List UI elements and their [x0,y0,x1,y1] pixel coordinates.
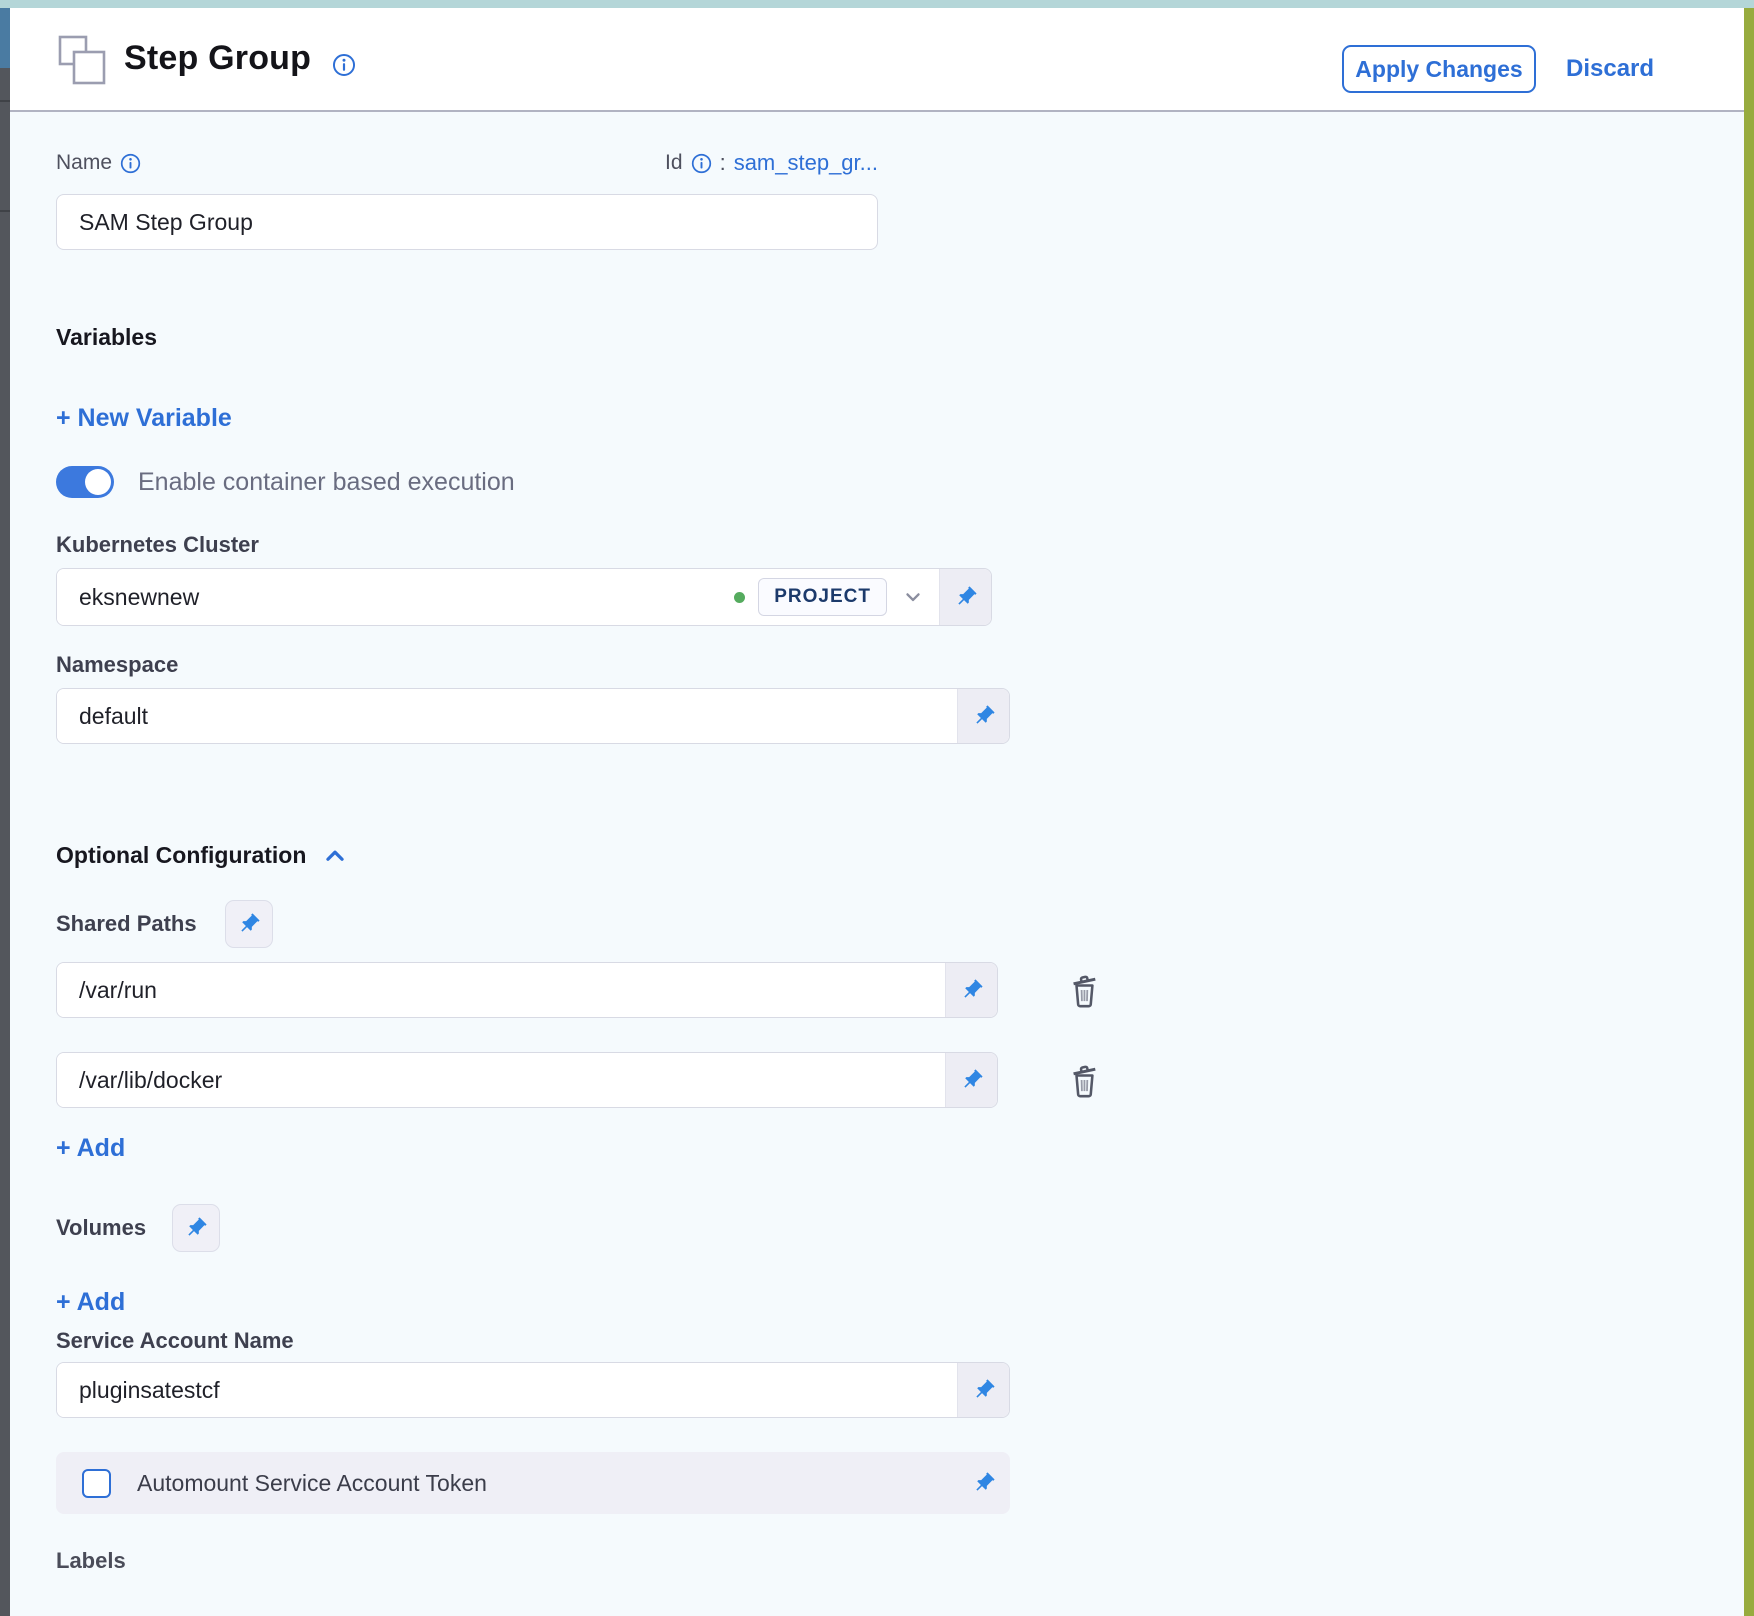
volumes-pin-button[interactable] [172,1204,220,1252]
step-group-panel: Step Group Apply Changes Discard Name Id… [0,0,1754,1616]
pushpin-icon [960,1068,984,1092]
pushpin-icon [237,912,261,936]
shared-path-row [56,1052,1104,1108]
shared-paths-pin-button[interactable] [225,900,273,948]
canvas-left-strip [0,8,10,1616]
labels-label: Labels [56,1548,126,1574]
service-account-label: Service Account Name [56,1328,294,1354]
automount-checkbox[interactable] [82,1469,111,1498]
service-account-input[interactable] [57,1363,957,1417]
automount-pin-button[interactable] [958,1471,1010,1495]
shared-path-row [56,962,1104,1018]
canvas-left-strip-blue [0,8,10,68]
id-label: Id [665,151,683,175]
trash-icon [1066,970,1102,1010]
container-execution-toggle[interactable] [56,466,114,498]
id-value[interactable]: sam_step_gr... [734,150,878,176]
automount-label: Automount Service Account Token [137,1470,487,1497]
kubernetes-cluster-field: PROJECT [56,568,992,626]
optional-configuration-heading: Optional Configuration [56,842,306,869]
canvas-top-strip [0,0,1754,8]
variables-heading: Variables [56,324,157,351]
service-account-pin-button[interactable] [957,1363,1009,1417]
kubernetes-cluster-pin-button[interactable] [939,569,991,625]
pushpin-icon [960,978,984,1002]
pushpin-icon [972,704,996,728]
apply-changes-button[interactable]: Apply Changes [1342,45,1536,93]
namespace-input[interactable] [57,689,957,743]
add-shared-path-button[interactable]: + Add [56,1134,125,1163]
delete-shared-path-1-button[interactable] [1064,968,1104,1012]
id-info-icon[interactable] [691,153,712,174]
name-input[interactable] [56,194,878,250]
namespace-field [56,688,1010,744]
shared-paths-row: Shared Paths [56,900,273,948]
shared-path-2-pin-button[interactable] [945,1053,997,1107]
shared-path-input-2[interactable] [57,1053,945,1107]
automount-row: Automount Service Account Token [56,1452,1010,1514]
chevron-up-icon [322,843,348,869]
panel-header: Step Group Apply Changes Discard [10,8,1744,112]
shared-paths-label: Shared Paths [56,911,197,937]
page-title: Step Group [124,39,311,78]
canvas-right-strip [1744,8,1754,1616]
namespace-label: Namespace [56,652,178,678]
delete-shared-path-2-button[interactable] [1064,1058,1104,1102]
name-info-icon[interactable] [120,153,141,174]
volumes-row: Volumes [56,1204,220,1252]
kubernetes-cluster-label: Kubernetes Cluster [56,532,259,558]
name-input-wrap [56,194,878,250]
add-volume-button[interactable]: + Add [56,1288,125,1317]
namespace-pin-button[interactable] [957,689,1009,743]
toggle-knob [85,469,111,495]
connector-status-dot [734,592,745,603]
pushpin-icon [972,1378,996,1402]
pushpin-icon [184,1216,208,1240]
name-id-row: Name Id : sam_step_gr... [56,150,878,176]
kubernetes-cluster-input[interactable] [57,569,734,625]
name-label: Name [56,151,112,175]
id-colon: : [720,150,726,176]
discard-button[interactable]: Discard [1566,55,1654,83]
shared-path-1-pin-button[interactable] [945,963,997,1017]
trash-icon [1066,1060,1102,1100]
step-group-info-icon[interactable] [332,53,356,77]
container-execution-label: Enable container based execution [138,468,515,497]
shared-path-input-1[interactable] [57,963,945,1017]
service-account-field [56,1362,1010,1418]
volumes-label: Volumes [56,1215,146,1241]
pushpin-icon [954,585,978,609]
optional-configuration-toggle[interactable]: Optional Configuration [56,842,348,869]
scope-badge[interactable]: PROJECT [758,578,887,616]
new-variable-button[interactable]: + New Variable [56,404,232,433]
chevron-down-icon[interactable] [902,586,924,608]
container-execution-row: Enable container based execution [56,466,515,498]
pushpin-icon [972,1471,996,1495]
step-group-icon [56,34,108,86]
